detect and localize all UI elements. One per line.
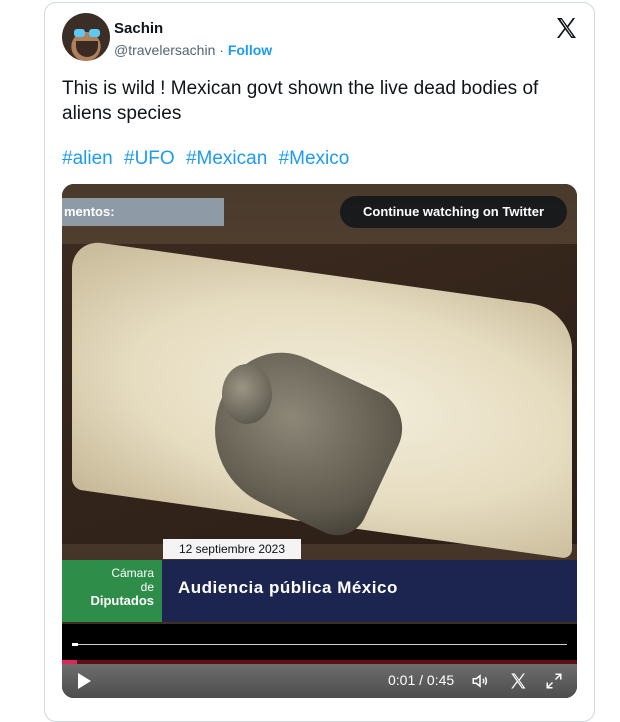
video-player[interactable]: mentos: Continue watching on Twitter 12 … — [62, 184, 577, 698]
continue-watching-button[interactable]: Continue watching on Twitter — [340, 196, 567, 228]
hashtag-mexico[interactable]: #Mexico — [279, 148, 350, 169]
avatar[interactable] — [62, 13, 110, 61]
hashtag-mexican[interactable]: #Mexican — [186, 148, 267, 169]
handle-row: @travelersachin · Follow — [114, 42, 272, 58]
video-controls-area: 0:01 / 0:45 — [62, 624, 577, 698]
volume-icon[interactable] — [471, 672, 489, 690]
channel-line-1: Cámara — [111, 566, 154, 580]
author-name[interactable]: Sachin — [114, 20, 163, 37]
x-logo-small-icon[interactable] — [509, 672, 527, 690]
author-handle[interactable]: @travelersachin — [114, 42, 215, 58]
date-tag: 12 septiembre 2023 — [163, 539, 301, 559]
lower-third-banner: Cámara de Diputados Audiencia pública Mé… — [62, 560, 577, 622]
sunglasses-graphic — [74, 29, 100, 37]
hashtag-ufo[interactable]: #UFO — [124, 148, 175, 169]
caption-track-marker — [72, 643, 78, 646]
headline-text: Audiencia pública México — [178, 578, 398, 597]
beard-graphic — [76, 41, 98, 57]
play-icon[interactable] — [78, 673, 91, 689]
head-graphic — [222, 364, 272, 424]
channel-line-2: de — [140, 580, 154, 594]
x-logo-icon[interactable] — [553, 16, 579, 40]
channel-logo: Cámara de Diputados — [62, 560, 162, 622]
follow-button[interactable]: Follow — [228, 42, 272, 58]
video-frame[interactable]: mentos: Continue watching on Twitter 12 … — [62, 184, 577, 624]
fullscreen-icon[interactable] — [545, 672, 563, 690]
control-bar: 0:01 / 0:45 — [62, 664, 577, 698]
hashtag-alien[interactable]: #alien — [62, 148, 113, 169]
caption-track-line — [72, 644, 567, 645]
separator-dot: · — [219, 42, 224, 58]
news-ticker: mentos: — [62, 198, 224, 226]
time-display: 0:01 / 0:45 — [388, 672, 455, 688]
channel-line-3: Diputados — [90, 593, 154, 608]
hashtags: #alien #UFO #Mexican #Mexico — [62, 148, 355, 170]
tweet-text: This is wild ! Mexican govt shown the li… — [62, 78, 539, 124]
